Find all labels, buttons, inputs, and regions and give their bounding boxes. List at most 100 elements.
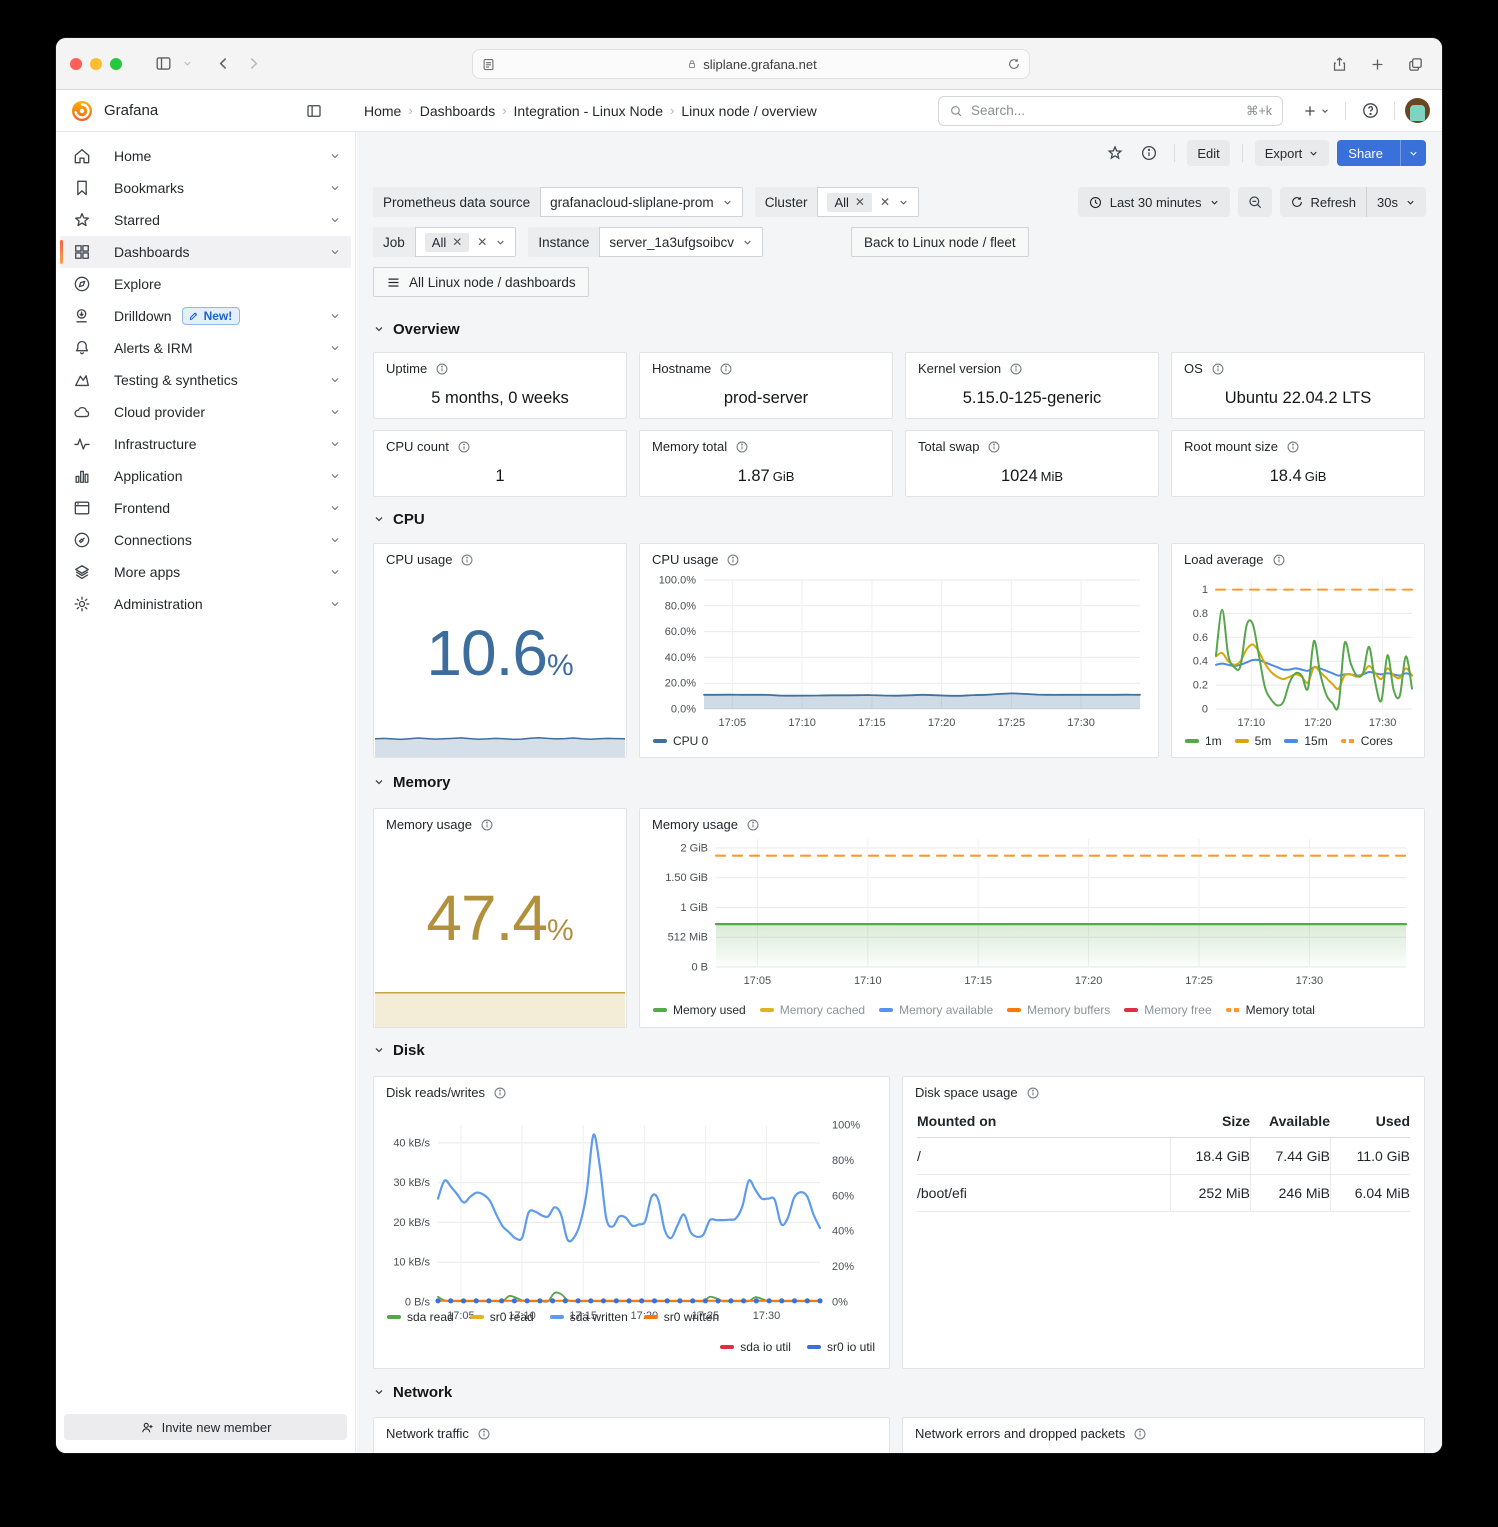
legend-item-15m[interactable]: 15m [1284,734,1327,748]
reader-view-icon[interactable] [481,57,496,72]
column-header[interactable]: Size [1170,1113,1250,1129]
legend-item-memory-used[interactable]: Memory used [653,1003,746,1017]
clear-filter-icon[interactable]: ✕ [880,195,890,209]
remove-value-icon[interactable]: ✕ [855,195,865,209]
window-zoom-button[interactable] [110,58,122,70]
breadcrumb-item[interactable]: Home [364,103,401,119]
info-icon[interactable] [719,362,733,376]
sidebar-item-connections[interactable]: Connections [60,524,351,556]
info-icon[interactable] [1009,362,1023,376]
chevron-down-icon[interactable] [329,502,341,514]
sidebar-item-bookmarks[interactable]: Bookmarks [60,172,351,204]
reload-icon[interactable] [1007,57,1021,71]
refresh-button[interactable]: Refresh [1280,187,1367,217]
sidebar-item-infrastructure[interactable]: Infrastructure [60,428,351,460]
share-menu-caret[interactable] [1400,140,1426,166]
legend-item-sda-io-util[interactable]: sda io util [720,1340,791,1354]
share-button[interactable]: Share [1337,140,1426,166]
datasource-picker[interactable]: Prometheus data source grafanacloud-slip… [373,187,743,217]
legend-item-memory-total[interactable]: Memory total [1226,1003,1315,1017]
sidebar-item-drilldown[interactable]: DrilldownNew! [60,300,351,332]
info-icon[interactable] [457,440,471,454]
search-box[interactable]: ⌘+k [938,96,1283,126]
help-icon[interactable] [1356,97,1384,125]
sidebar-item-application[interactable]: Application [60,460,351,492]
chevron-down-icon[interactable] [329,406,341,418]
user-avatar[interactable] [1405,98,1430,123]
sidebar-item-frontend[interactable]: Frontend [60,492,351,524]
browser-sidebar-icon[interactable] [148,51,178,77]
time-range-picker[interactable]: Last 30 minutes [1078,187,1230,217]
window-minimize-button[interactable] [90,58,102,70]
legend-item-cpu-0[interactable]: CPU 0 [653,734,708,748]
sidebar-item-cloud-provider[interactable]: Cloud provider [60,396,351,428]
legend-item-memory-buffers[interactable]: Memory buffers [1007,1003,1110,1017]
sidebar-item-dashboards[interactable]: Dashboards [60,236,351,268]
legend-item-cores[interactable]: Cores [1341,734,1393,748]
all-dashboards-button[interactable]: All Linux node / dashboards [373,267,589,297]
legend-item-sr0-io-util[interactable]: sr0 io util [807,1340,875,1354]
info-icon[interactable] [1211,362,1225,376]
chevron-down-icon[interactable] [329,342,341,354]
invite-new-member-button[interactable]: Invite new member [64,1414,347,1440]
legend-item-sr0-written[interactable]: sr0 written [644,1310,719,1324]
info-icon[interactable] [1133,1427,1147,1441]
legend-item-5m[interactable]: 5m [1235,734,1272,748]
chevron-down-icon[interactable] [329,310,341,322]
chevron-down-icon[interactable] [329,598,341,610]
refresh-interval-select[interactable]: 30s [1366,187,1426,217]
info-icon[interactable] [1286,440,1300,454]
legend-item-sda-read[interactable]: sda read [387,1310,454,1324]
new-tab-icon[interactable] [1362,51,1392,77]
chevron-down-icon[interactable] [329,470,341,482]
chevron-down-icon[interactable] [329,374,341,386]
favorite-star-icon[interactable] [1102,140,1128,166]
browser-back-icon[interactable] [208,51,238,77]
info-icon[interactable] [435,362,449,376]
back-to-fleet-button[interactable]: Back to Linux node / fleet [851,227,1029,257]
search-input[interactable] [971,103,1238,118]
add-menu-icon[interactable] [1297,97,1335,125]
info-icon[interactable] [460,553,474,567]
sidebar-toggle-icon[interactable] [300,97,328,125]
legend-item-sr0-read[interactable]: sr0 read [470,1310,534,1324]
remove-value-icon[interactable]: ✕ [452,235,462,249]
chevron-down-icon[interactable] [178,51,196,77]
info-icon[interactable] [1026,1086,1040,1100]
info-icon[interactable] [480,818,494,832]
section-overview[interactable]: Overview [373,319,1426,339]
section-cpu[interactable]: CPU [373,509,1426,529]
disk-reads-writes-chart[interactable]: 40 kB/s30 kB/s20 kB/s10 kB/s0 B/s100%80%… [374,1077,889,1369]
cluster-filter[interactable]: Cluster All✕ ✕ [755,187,919,217]
chevron-down-icon[interactable] [329,246,341,258]
export-button[interactable]: Export [1255,140,1330,166]
refresh-picker[interactable]: Refresh 30s [1280,187,1427,217]
tab-overview-icon[interactable] [1400,51,1430,77]
address-bar[interactable]: sliplane.grafana.net [472,49,1030,79]
info-icon[interactable] [735,440,749,454]
instance-picker[interactable]: Instance server_1a3ufgsoibcv [528,227,763,257]
chevron-down-icon[interactable] [329,534,341,546]
cpu-usage-chart[interactable]: 100.0%80.0%60.0%40.0%20.0%0.0%17:0517:10… [640,544,1158,758]
sidebar-item-home[interactable]: Home [60,140,351,172]
sidebar-item-alerts-irm[interactable]: Alerts & IRM [60,332,351,364]
clear-filter-icon[interactable]: ✕ [477,235,487,249]
legend-item-memory-cached[interactable]: Memory cached [760,1003,865,1017]
legend-item-memory-free[interactable]: Memory free [1124,1003,1211,1017]
sidebar-item-administration[interactable]: Administration [60,588,351,620]
section-disk[interactable]: Disk [373,1040,1426,1060]
breadcrumb-item[interactable]: Dashboards [420,103,496,119]
job-filter[interactable]: Job All✕ ✕ [373,227,516,257]
window-close-button[interactable] [70,58,82,70]
browser-share-icon[interactable] [1324,51,1354,77]
chevron-down-icon[interactable] [329,438,341,450]
load-average-chart[interactable]: 10.80.60.40.2017:1017:2017:30 [1172,544,1424,758]
sidebar-item-more-apps[interactable]: More apps [60,556,351,588]
breadcrumb-item[interactable]: Integration - Linux Node [514,103,663,119]
sidebar-item-testing-synthetics[interactable]: Testing & synthetics [60,364,351,396]
section-memory[interactable]: Memory [373,772,1426,792]
legend-item-memory-available[interactable]: Memory available [879,1003,993,1017]
chevron-down-icon[interactable] [329,566,341,578]
sidebar-item-starred[interactable]: Starred [60,204,351,236]
zoom-out-time-icon[interactable] [1238,187,1272,217]
